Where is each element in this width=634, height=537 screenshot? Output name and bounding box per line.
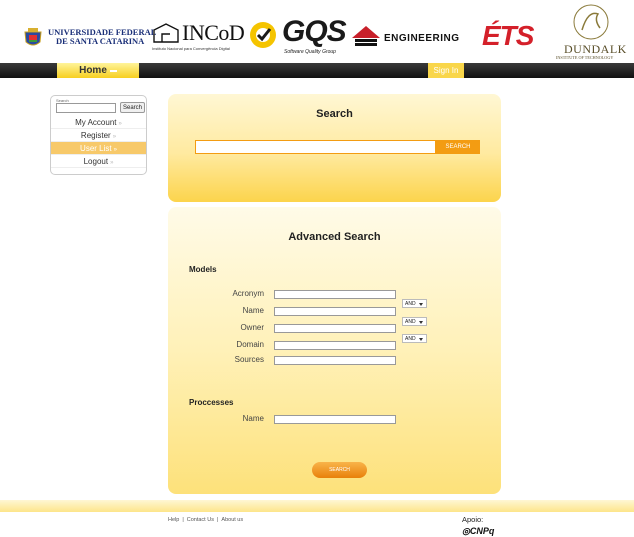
sidebar-item-my-account[interactable]: My Account» (51, 116, 146, 129)
and-select-value: AND (405, 319, 416, 325)
and-select-value: AND (405, 301, 416, 307)
nav-home-label: Home (79, 65, 107, 76)
search-panel-title: Search (316, 108, 353, 120)
chevron-right-icon: » (113, 147, 117, 153)
caret-down-icon (419, 338, 423, 341)
incod-subtitle: Instituto Nacional para Convergência Dig… (152, 46, 230, 51)
name-label: Name (242, 306, 264, 315)
sidebar-search-button[interactable]: Search (120, 102, 145, 113)
advanced-search-title: Advanced Search (288, 231, 381, 243)
name-input[interactable] (274, 307, 396, 316)
gqs-logo: GQS Software Quality Group (248, 16, 348, 60)
cnpq-logo: ◎CNPq (462, 526, 494, 537)
main-search-input[interactable] (195, 140, 436, 154)
main-search-button[interactable]: SEARCH (436, 140, 480, 154)
sign-in-link[interactable]: Sign In (428, 63, 464, 78)
sidebar-item-label: My Account (75, 118, 117, 127)
caret-down-icon (419, 303, 423, 306)
process-name-input[interactable] (274, 415, 396, 424)
dundalk-subtitle: INSTITUTE OF TECHNOLOGY (556, 55, 614, 60)
and-select-value: AND (405, 336, 416, 342)
cnpq-name: CNPq (469, 526, 495, 536)
and-select-3[interactable]: AND (402, 334, 427, 343)
caret-down-icon (419, 321, 423, 324)
sidebar-item-user-list[interactable]: User List» (51, 142, 146, 155)
arrow-right-icon (109, 69, 117, 72)
processes-section-label: Proccesses (189, 398, 234, 407)
ufsc-crest-icon (24, 28, 42, 46)
footer-links: Help | Contact Us | About us (168, 517, 243, 523)
gqs-subtitle: Software Quality Group (284, 49, 336, 55)
acronym-input[interactable] (274, 290, 396, 299)
footer-contact-link[interactable]: Contact Us (187, 517, 214, 523)
chevron-right-icon: » (118, 121, 122, 127)
domain-label: Domain (236, 340, 264, 349)
dundalk-crest-icon (573, 4, 609, 40)
footer-separator: | (182, 517, 184, 523)
footer-separator: | (216, 517, 219, 523)
chevron-right-icon: » (112, 134, 117, 140)
gqs-mark-icon (250, 22, 276, 48)
search-panel: Search SEARCH (168, 94, 501, 202)
sidebar-menu: My Account» Register» User List» Logout» (51, 116, 146, 168)
models-section-label: Models (189, 265, 217, 274)
cnpq-icon: ◎ (462, 526, 470, 536)
sources-label: Sources (234, 355, 264, 364)
incod-name: INCoD (182, 20, 245, 45)
advanced-search-panel: Advanced Search Models Acronym AND Name … (168, 207, 501, 494)
footer-band (0, 500, 634, 512)
owner-label: Owner (240, 323, 264, 332)
chevron-right-icon: » (110, 160, 114, 166)
dundalk-logo: DUNDALK INSTITUTE OF TECHNOLOGY (556, 2, 634, 60)
partner-logos-header: UNIVERSIDADE FEDERAL DE SANTA CATARINA I… (0, 0, 634, 62)
ufsc-name: UNIVERSIDADE FEDERAL DE SANTA CATARINA (48, 28, 156, 46)
engineering-name: ENGINEERING (384, 33, 460, 44)
engineering-mark-icon (352, 26, 380, 46)
ets-name: ÉTS (482, 20, 534, 51)
apoio-label: Apoio: (462, 515, 484, 524)
engineering-logo: ENGINEERING (352, 26, 470, 50)
sidebar-item-logout[interactable]: Logout» (51, 155, 146, 168)
and-select-2[interactable]: AND (402, 317, 427, 326)
sources-input[interactable] (274, 356, 396, 365)
and-select-1[interactable]: AND (402, 299, 427, 308)
sidebar-item-label: User List (80, 144, 112, 153)
process-name-label: Name (242, 414, 264, 423)
acronym-label: Acronym (232, 289, 264, 298)
footer-help-link[interactable]: Help (168, 517, 179, 523)
ufsc-name-line2: DE SANTA CATARINA (56, 36, 145, 46)
domain-input[interactable] (274, 341, 396, 350)
owner-input[interactable] (274, 324, 396, 333)
nav-home-tab[interactable]: Home (57, 63, 139, 78)
footer-about-link[interactable]: About us (221, 517, 243, 523)
sidebar-item-register[interactable]: Register» (51, 129, 146, 142)
sidebar-item-label: Register (80, 131, 111, 140)
ets-logo: ÉTS (482, 20, 562, 51)
gqs-name: GQS (282, 15, 347, 48)
user-sidebar: Search Search My Account» Register» User… (50, 95, 147, 175)
incod-mark-icon (153, 23, 179, 43)
sidebar-item-label: Logout (83, 157, 109, 166)
advanced-search-button[interactable]: SEARCH (312, 462, 367, 478)
sidebar-search-input[interactable] (56, 103, 116, 113)
